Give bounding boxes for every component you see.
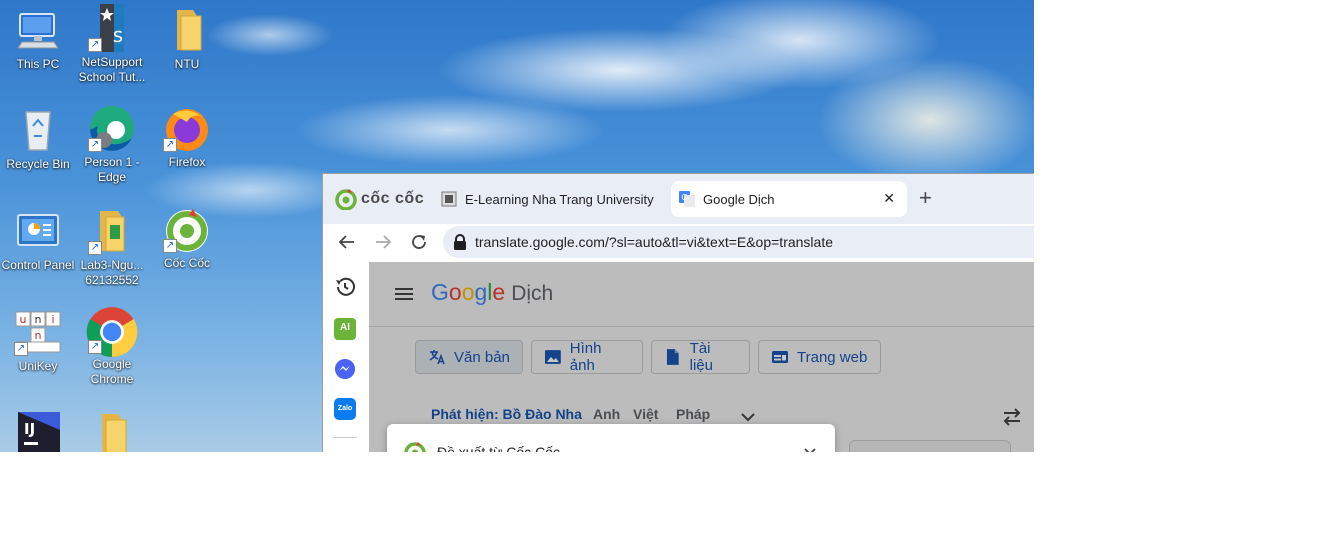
- coccoc-suggestion-popup: Đề xuất từ Cốc Cốc: [387, 424, 835, 452]
- desktop-icon-label: Control Panel: [1, 258, 75, 272]
- desktop-icon-edge[interactable]: ↗ Person 1 - Edge: [75, 104, 149, 185]
- svg-text:i: i: [51, 313, 54, 326]
- desktop-icon-firefox[interactable]: ↗ Firefox: [150, 104, 224, 170]
- ntu-favicon-icon: [441, 191, 457, 207]
- desktop-icon-label: Firefox: [168, 155, 206, 169]
- browser-window: cốc cốc E-Learning Nha Trang University …: [322, 173, 1034, 452]
- desktop-icon-label: Recycle Bin: [6, 157, 70, 171]
- desktop-icon-label: Lab3-Ngu... 62132552: [80, 258, 144, 287]
- desktop-icon-chrome[interactable]: ↗ Google Chrome: [75, 306, 149, 387]
- desktop: This PC s ↗ NetSupport School Tut... NTU: [0, 0, 1034, 452]
- desktop-icon-recycle-bin[interactable]: Recycle Bin: [1, 106, 75, 172]
- shortcut-arrow-icon: ↗: [88, 38, 102, 52]
- folder-icon: [163, 6, 211, 54]
- new-tab-button[interactable]: +: [919, 186, 932, 210]
- tab-elearning[interactable]: E-Learning Nha Trang University: [441, 181, 654, 217]
- firefox-icon: ↗: [163, 104, 211, 152]
- chrome-icon: ↗: [86, 306, 138, 357]
- toolbar: translate.google.com/?sl=auto&tl=vi&text…: [323, 224, 1034, 260]
- svg-text:IJ: IJ: [24, 420, 35, 438]
- reload-icon: [412, 235, 426, 249]
- desktop-icon-netsupport[interactable]: s ↗ NetSupport School Tut...: [75, 4, 149, 85]
- coccoc-brand[interactable]: cốc cốc: [335, 188, 424, 210]
- desktop-icon-label: NetSupport School Tut...: [78, 55, 146, 84]
- svg-text:n: n: [35, 313, 42, 326]
- browser-content: AI Zalo G o o g l e Dịch Văn bản Hình ản…: [323, 262, 1034, 452]
- desktop-icon-this-pc[interactable]: This PC: [1, 6, 75, 72]
- tab-title: E-Learning Nha Trang University: [465, 191, 654, 207]
- netsupport-icon: s ↗: [88, 4, 136, 52]
- ai-assistant-icon[interactable]: AI: [334, 318, 356, 340]
- lock-icon: [454, 234, 466, 250]
- arrow-right-icon: [376, 235, 392, 249]
- shortcut-arrow-icon: ↗: [88, 138, 102, 152]
- shortcut-arrow-icon: ↗: [88, 241, 102, 255]
- close-tab-icon[interactable]: ✕: [883, 190, 895, 207]
- control-panel-icon: [14, 207, 62, 255]
- history-icon[interactable]: [334, 276, 356, 298]
- desktop-icon-lab3[interactable]: ↗ Lab3-Ngu... 62132552: [75, 207, 149, 288]
- browser-sidebar: AI Zalo: [323, 262, 369, 452]
- url-text: translate.google.com/?sl=auto&tl=vi&text…: [475, 234, 833, 250]
- desktop-icon-control-panel[interactable]: Control Panel: [1, 207, 75, 273]
- coccoc-logo-icon: [404, 442, 426, 452]
- shortcut-arrow-icon: ↗: [163, 239, 177, 253]
- edge-icon: ↗: [88, 104, 136, 152]
- sidebar-divider: [333, 437, 357, 438]
- tab-google-dich[interactable]: G Google Dịch ✕: [671, 181, 907, 217]
- svg-text:G: G: [681, 193, 687, 202]
- recycle-bin-icon: [14, 106, 62, 154]
- desktop-icon-ntu[interactable]: NTU: [150, 6, 224, 72]
- chevron-down-icon[interactable]: [803, 445, 817, 452]
- reload-button[interactable]: [407, 230, 431, 254]
- zalo-icon[interactable]: Zalo: [334, 398, 356, 420]
- shortcut-arrow-icon: ↗: [163, 138, 177, 152]
- intellij-icon: IJ: [14, 410, 62, 452]
- folder-file-icon: ↗: [88, 207, 136, 255]
- shortcut-arrow-icon: ↗: [88, 340, 102, 354]
- folder-icon: [88, 410, 136, 452]
- svg-text:n: n: [35, 329, 42, 342]
- popup-title: Đề xuất từ Cốc Cốc: [437, 444, 560, 452]
- arrow-left-icon: [338, 235, 354, 249]
- coccoc-icon: ↗: [163, 205, 211, 253]
- desktop-icon-folder[interactable]: [75, 410, 149, 452]
- desktop-icon-label: This PC: [16, 57, 60, 71]
- back-button[interactable]: [335, 230, 359, 254]
- unikey-icon: u n i n ↗: [14, 308, 62, 356]
- tab-title: Google Dịch: [703, 191, 775, 207]
- desktop-icon-label: Person 1 - Edge: [84, 155, 140, 184]
- desktop-icon-label: UniKey: [18, 359, 58, 373]
- desktop-icon-coccoc[interactable]: ↗ Cốc Cốc: [150, 205, 224, 271]
- coccoc-brand-text: cốc cốc: [361, 190, 425, 207]
- google-translate-favicon-icon: G: [679, 191, 695, 207]
- messenger-icon[interactable]: [334, 358, 356, 380]
- shortcut-arrow-icon: ↗: [14, 342, 28, 356]
- coccoc-logo-icon: [335, 189, 357, 210]
- desktop-icon-unikey[interactable]: u n i n ↗ UniKey: [1, 308, 75, 374]
- this-pc-icon: [14, 6, 62, 54]
- desktop-icon-label: Cốc Cốc: [163, 256, 210, 270]
- tab-strip: cốc cốc E-Learning Nha Trang University …: [323, 174, 1034, 224]
- desktop-icon-label: NTU: [174, 57, 200, 71]
- forward-button[interactable]: [371, 230, 395, 254]
- svg-text:s: s: [113, 23, 123, 47]
- desktop-icon-label: Google Chrome: [90, 357, 134, 386]
- desktop-icon-intellij[interactable]: IJ: [1, 410, 75, 452]
- address-bar[interactable]: translate.google.com/?sl=auto&tl=vi&text…: [443, 226, 1034, 258]
- svg-text:u: u: [20, 313, 27, 326]
